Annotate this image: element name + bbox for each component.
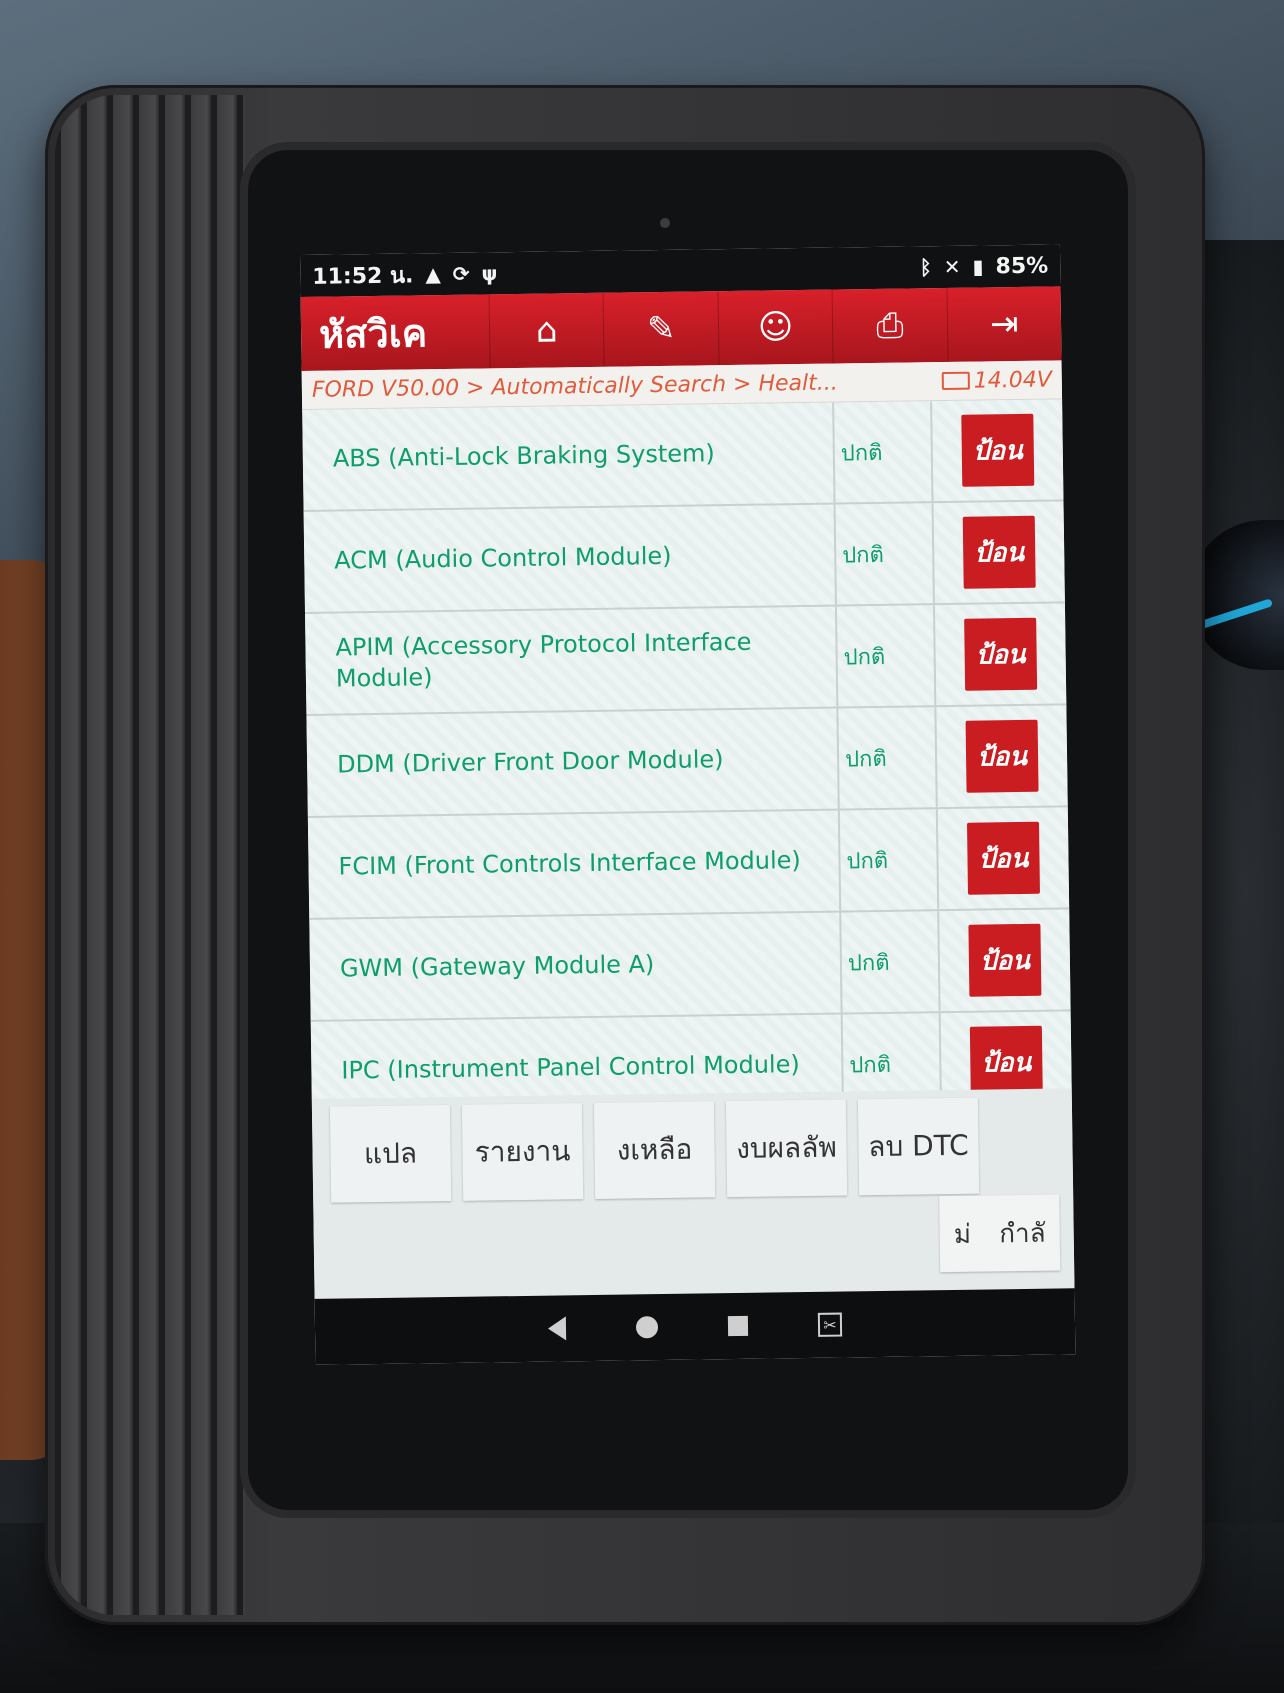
module-name: DDM (Driver Front Door Module) (306, 708, 840, 816)
enter-button[interactable]: ป้อน (961, 413, 1035, 487)
module-status: ปกติ (836, 605, 937, 707)
voltage-readout: 14.04V (941, 367, 1052, 394)
print-icon: ⎙ (876, 305, 904, 346)
voltage-value: 14.04V (973, 367, 1052, 394)
user-icon: ☺ (757, 307, 794, 348)
remaining-button[interactable]: งเหลือ (593, 1101, 716, 1199)
module-status: ปกติ (839, 809, 940, 911)
enter-button[interactable]: ป้อน (966, 821, 1040, 895)
module-name: GWM (Gateway Module A) (309, 912, 843, 1020)
module-status: ปกติ (842, 1013, 943, 1100)
warning-icon: ▲ (425, 262, 441, 287)
print-button[interactable]: ⎙ (831, 287, 948, 364)
front-camera (660, 218, 670, 228)
enter-button[interactable]: ป้อน (969, 1025, 1043, 1099)
module-row: DDM (Driver Front Door Module) ปกติ ป้อน (306, 705, 1068, 818)
module-status: ปกติ (835, 503, 935, 605)
clear-dtc-button[interactable]: ลบ DTC (857, 1097, 980, 1196)
secondary-button-left: ม่ (953, 1219, 972, 1250)
device-grip (55, 95, 245, 1615)
enter-button[interactable]: ป้อน (965, 719, 1039, 793)
home-nav-icon[interactable] (635, 1316, 659, 1339)
secondary-button-right: กำลั (999, 1218, 1046, 1249)
module-row: FCIM (Front Controls Interface Module) ป… (307, 807, 1070, 920)
translate-button[interactable]: แปล (329, 1104, 452, 1203)
module-status: ปกติ (841, 911, 941, 1013)
back-icon[interactable] (547, 1316, 567, 1341)
module-list[interactable]: ABS (Anti-Lock Braking System) ปกติ ป้อน… (302, 399, 1072, 1100)
battery-level: 85% (995, 253, 1049, 279)
module-name: APIM (Accessory Protocol Interface Modul… (305, 606, 839, 714)
sync-icon: ⟳ (452, 261, 470, 286)
breadcrumb-path: FORD V50.00 > Automatically Search > Hea… (311, 370, 838, 403)
module-name: ACM (Audio Control Module) (303, 504, 837, 612)
action-bar: แปล รายงาน งเหลือ งบผลลัพ ลบ DTC ม่ กำลั (311, 1088, 1075, 1299)
recents-icon[interactable] (727, 1315, 749, 1337)
screenshot-icon[interactable]: ✂ (817, 1312, 843, 1337)
module-row: APIM (Accessory Protocol Interface Modul… (305, 603, 1067, 716)
results-button[interactable]: งบผลลัพ (725, 1099, 848, 1198)
module-row: ABS (Anti-Lock Braking System) ปกติ ป้อน (302, 399, 1064, 512)
bluetooth-icon: ᛒ (919, 255, 932, 280)
enter-button[interactable]: ป้อน (962, 515, 1036, 589)
home-button[interactable]: ⌂ (488, 292, 604, 369)
module-name: ABS (Anti-Lock Braking System) (302, 402, 836, 510)
app-toolbar: หัสวิเค ⌂ ✎ ☺ ⎙ ⇥ (300, 286, 1062, 371)
module-row: IPC (Instrument Panel Control Module) ปก… (310, 1011, 1072, 1100)
exit-button[interactable]: ⇥ (946, 286, 1062, 362)
enter-button[interactable]: ป้อน (968, 923, 1042, 997)
user-button[interactable]: ☺ (717, 289, 833, 366)
edit-icon: ✎ (646, 308, 676, 350)
module-row: ACM (Audio Control Module) ปกติ ป้อน (303, 501, 1065, 614)
device-screen: 11:52 น. ▲ ⟳ ψ ᛒ ✕ ▮ 85% หัสวิเค ⌂ ✎ ☺ ⎙… (300, 244, 1076, 1365)
clock: 11:52 น. (312, 262, 414, 290)
battery-voltage-icon (941, 371, 970, 391)
module-status: ปกติ (834, 401, 934, 503)
module-name: FCIM (Front Controls Interface Module) (307, 810, 842, 918)
edit-button[interactable]: ✎ (602, 291, 719, 367)
android-nav-bar: ✂ (314, 1288, 1076, 1365)
report-button[interactable]: รายงาน (461, 1103, 584, 1201)
enter-button[interactable]: ป้อน (964, 617, 1038, 691)
page-title: หัสวิเค (318, 310, 428, 357)
battery-icon: ▮ (972, 254, 984, 279)
module-name: IPC (Instrument Panel Control Module) (310, 1014, 845, 1100)
module-row: GWM (Gateway Module A) ปกติ ป้อน (309, 909, 1071, 1022)
exit-icon: ⇥ (989, 303, 1019, 345)
mute-icon: ✕ (943, 254, 961, 280)
home-icon: ⌂ (535, 310, 558, 351)
usb-icon: ψ (481, 261, 498, 286)
module-status: ปกติ (838, 707, 938, 809)
secondary-button[interactable]: ม่ กำลั (939, 1194, 1061, 1273)
